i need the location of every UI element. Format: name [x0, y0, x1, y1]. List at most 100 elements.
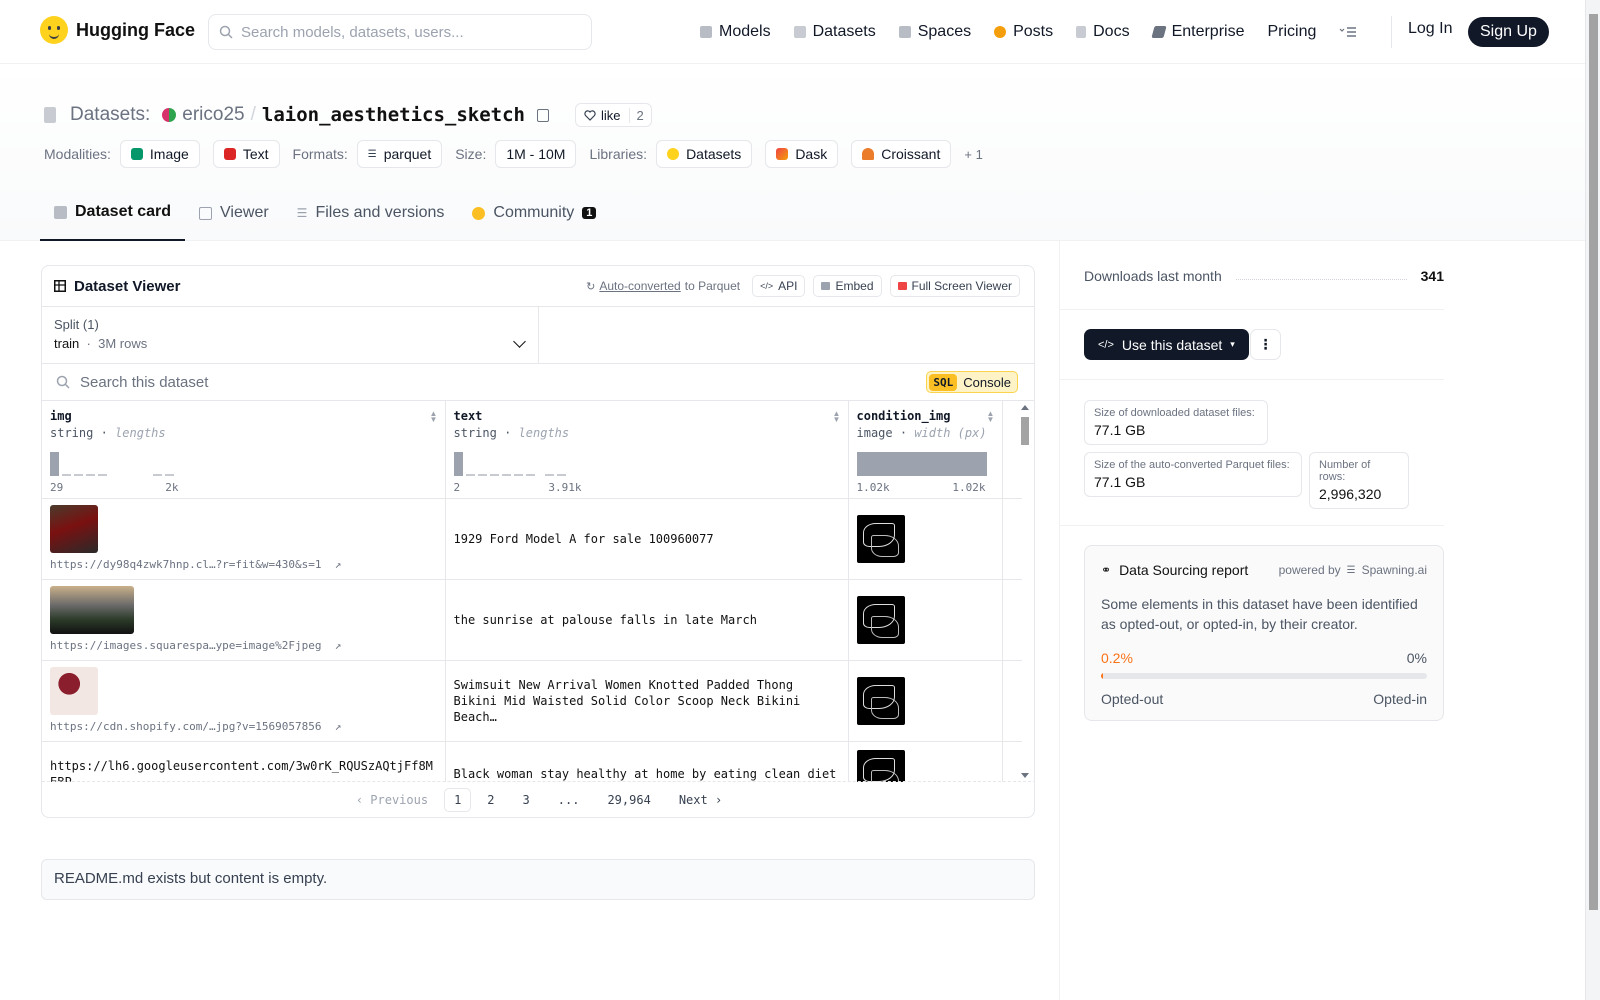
scrollbar-thumb[interactable] — [1021, 417, 1029, 445]
histogram-bar[interactable] — [98, 473, 107, 476]
nav-spaces[interactable]: Spaces — [898, 23, 971, 41]
repo-name[interactable]: laion_aesthetics_sketch — [262, 104, 525, 126]
image-url-text[interactable]: https://lh6.googleusercontent.com/3w0rK_… — [50, 759, 433, 783]
nav-datasets[interactable]: Datasets — [793, 23, 876, 41]
histogram-bar[interactable] — [153, 473, 162, 476]
img-cell[interactable]: https://lh6.googleusercontent.com/3w0rK_… — [42, 741, 446, 783]
copy-icon[interactable] — [536, 108, 549, 122]
section-link[interactable]: Datasets: — [70, 104, 150, 126]
histogram-bar[interactable] — [525, 473, 535, 476]
histogram-bar[interactable] — [556, 473, 566, 476]
condition-img-cell[interactable] — [848, 741, 1003, 782]
image-url[interactable]: https://cdn.shopify.com/…jpg?v=156905785… — [50, 719, 437, 735]
histogram-bar[interactable] — [501, 473, 511, 476]
tag-dask[interactable]: Dask — [765, 140, 839, 168]
api-button[interactable]: </> API — [752, 275, 806, 297]
histogram-bar[interactable] — [477, 473, 487, 476]
histogram-bar[interactable] — [453, 451, 463, 476]
condition-img-cell[interactable] — [848, 498, 1003, 580]
thumbnail-image[interactable] — [50, 504, 98, 553]
text-cell[interactable]: Black woman stay healthy at home by eati… — [445, 741, 849, 782]
last-page-button[interactable]: 29,964 — [595, 789, 662, 811]
tab-viewer[interactable]: Viewer — [185, 185, 283, 241]
img-cell[interactable]: https://dy98q4zwk7hnp.cl…?r=fit&w=430&s=… — [42, 498, 446, 580]
page-scrollbar-thumb[interactable] — [1589, 14, 1598, 910]
histogram-bar[interactable] — [513, 473, 523, 476]
tag-image[interactable]: Image — [119, 140, 200, 168]
sort-icon[interactable]: ▲ ▼ — [987, 410, 995, 424]
sketch-image[interactable] — [856, 749, 905, 782]
histogram-bar[interactable] — [86, 473, 95, 476]
like-button[interactable]: like 2 — [574, 103, 652, 127]
column-header-condition-img[interactable]: condition_img image · width (px) ▲ ▼ 1.02… — [848, 401, 1003, 499]
text-cell[interactable]: 1929 Ford Model A for sale 100960077 — [445, 498, 849, 580]
scroll-up-icon[interactable] — [1021, 405, 1029, 410]
provider-link[interactable]: Spawning.ai — [1362, 563, 1427, 577]
histogram-bar[interactable] — [856, 451, 987, 476]
histogram-bar[interactable] — [465, 473, 475, 476]
histogram-bar[interactable] — [62, 473, 71, 476]
table-row[interactable]: https://cdn.shopify.com/…jpg?v=156905785… — [42, 660, 1022, 742]
tag-parquet[interactable]: ☰ parquet — [356, 140, 443, 168]
page-3-button[interactable]: 3 — [511, 789, 542, 811]
nav-docs[interactable]: Docs — [1076, 23, 1130, 41]
table-scrollbar[interactable] — [1020, 405, 1030, 778]
column-header-img[interactable]: img string · lengths ▲ ▼ 29 2k — [42, 401, 446, 499]
page-scrollbar[interactable] — [1585, 0, 1600, 1000]
table-row[interactable]: https://dy98q4zwk7hnp.cl…?r=fit&w=430&s=… — [42, 498, 1022, 580]
global-search[interactable] — [208, 14, 592, 50]
tag-datasets-lib[interactable]: Datasets — [656, 140, 753, 168]
histogram-bar[interactable] — [489, 473, 499, 476]
tag-size[interactable]: 1M - 10M — [495, 140, 577, 168]
image-url[interactable]: https://dy98q4zwk7hnp.cl…?r=fit&w=430&s=… — [50, 557, 437, 573]
nav-posts[interactable]: Posts — [994, 23, 1053, 41]
sketch-image[interactable] — [856, 595, 905, 644]
img-cell[interactable]: https://images.squarespa…ype=image%2Fjpe… — [42, 579, 446, 661]
previous-page-button[interactable]: ‹ Previous — [344, 789, 440, 811]
thumbnail-image[interactable] — [50, 666, 98, 715]
nav-models[interactable]: Models — [700, 23, 771, 41]
histogram-bar[interactable] — [74, 473, 83, 476]
tab-dataset-card[interactable]: Dataset card — [40, 185, 186, 241]
image-url[interactable]: https://images.squarespa…ype=image%2Fjpe… — [50, 638, 437, 654]
more-options-button[interactable]: ⋮ — [1250, 329, 1281, 360]
signup-button[interactable]: Sign Up — [1468, 17, 1549, 47]
thumbnail-image[interactable] — [50, 585, 134, 634]
nav-more-menu[interactable] — [1339, 26, 1357, 38]
nav-pricing[interactable]: Pricing — [1267, 23, 1316, 41]
next-page-button[interactable]: Next › — [667, 789, 734, 811]
text-cell[interactable]: the sunrise at palouse falls in late Mar… — [445, 579, 849, 661]
use-this-dataset-button[interactable]: </> Use this dataset ▾ — [1084, 329, 1249, 360]
sql-console-button[interactable]: SQL Console — [926, 371, 1018, 393]
owner-link[interactable]: erico25 — [182, 104, 244, 126]
login-link[interactable]: Log In — [1408, 20, 1452, 38]
page-2-button[interactable]: 2 — [475, 789, 506, 811]
condition-img-cell[interactable] — [848, 579, 1003, 661]
global-search-input[interactable] — [241, 23, 571, 41]
tag-text[interactable]: Text — [212, 140, 280, 168]
table-row[interactable]: https://lh6.googleusercontent.com/3w0rK_… — [42, 741, 1022, 782]
sort-icon[interactable]: ▲ ▼ — [430, 410, 438, 424]
table-row[interactable]: https://images.squarespa…ype=image%2Fjpe… — [42, 579, 1022, 661]
nav-enterprise[interactable]: Enterprise — [1150, 23, 1244, 41]
condition-img-cell[interactable] — [848, 660, 1003, 742]
embed-button[interactable]: Embed — [813, 275, 882, 297]
full-screen-viewer-button[interactable]: Full Screen Viewer — [889, 275, 1020, 297]
sketch-image[interactable] — [856, 514, 905, 563]
histogram-bar[interactable] — [544, 473, 554, 476]
img-cell[interactable]: https://cdn.shopify.com/…jpg?v=156905785… — [42, 660, 446, 742]
column-header-text[interactable]: text string · lengths ▲ ▼ 2 3.91k — [445, 401, 849, 499]
auto-converted-link[interactable]: Auto-converted — [599, 279, 680, 293]
sort-icon[interactable]: ▲ ▼ — [833, 410, 841, 424]
sketch-image[interactable] — [856, 676, 905, 725]
histogram-bar[interactable] — [50, 451, 59, 476]
scroll-down-icon[interactable] — [1021, 773, 1029, 778]
more-libraries[interactable]: + 1 — [964, 147, 982, 162]
tab-community[interactable]: Community 1 — [458, 185, 610, 241]
text-cell[interactable]: Swimsuit New Arrival Women Knotted Padde… — [445, 660, 849, 742]
histogram-bar[interactable] — [165, 473, 174, 476]
split-selector[interactable]: Split (1) train · 3M rows — [42, 307, 539, 363]
home-logo[interactable]: Hugging Face — [40, 16, 195, 44]
tab-files[interactable]: ☰ Files and versions — [283, 185, 459, 241]
dataset-search-input[interactable] — [80, 373, 680, 391]
